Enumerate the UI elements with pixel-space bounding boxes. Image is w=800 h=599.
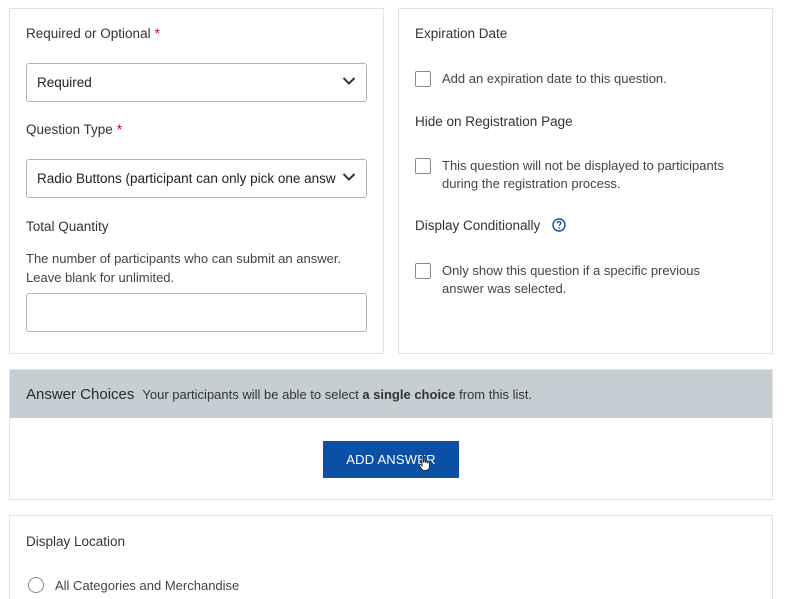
answer-choices-title: Answer Choices	[26, 385, 135, 403]
display-conditionally-text: Only show this question if a specific pr…	[442, 263, 700, 296]
answer-choices-header: Answer Choices Your participants will be…	[10, 370, 772, 418]
question-type-select[interactable]: Radio Buttons (participant can only pick…	[26, 159, 367, 198]
required-optional-label: Required or Optional *	[26, 26, 160, 41]
expiration-date-label: Expiration Date	[415, 26, 508, 41]
hide-registration-label: Hide on Registration Page	[415, 114, 573, 129]
chevron-down-icon	[342, 77, 356, 85]
answer-choices-description: Your participants will be able to select…	[142, 386, 533, 402]
hide-registration-text: This question will not be displayed to p…	[442, 158, 724, 191]
total-quantity-label: Total Quantity	[26, 219, 109, 234]
answer-choices-panel: Answer Choices Your participants will be…	[9, 369, 773, 500]
chevron-down-icon	[342, 173, 356, 181]
location-option-all-categories[interactable]: All Categories and Merchandise	[28, 577, 239, 593]
display-location-label: Display Location	[26, 534, 126, 549]
location-radio[interactable]	[28, 577, 44, 593]
hide-registration-option[interactable]: This question will not be displayed to p…	[415, 157, 742, 193]
location-option-label: All Categories and Merchandise	[55, 577, 240, 593]
question-type-value: Radio Buttons (participant can only pick…	[37, 171, 336, 186]
required-asterisk: *	[116, 122, 123, 137]
question-settings-panel: Required or Optional * Required Question …	[9, 8, 384, 354]
add-answer-button[interactable]: ADD ANSWER	[323, 441, 459, 478]
required-asterisk: *	[154, 26, 160, 41]
display-conditionally-label: Display Conditionally	[415, 218, 566, 233]
help-circle-icon[interactable]	[552, 218, 566, 232]
total-quantity-input[interactable]	[26, 293, 367, 332]
hand-pointer-icon	[418, 454, 430, 471]
display-conditionally-checkbox[interactable]	[415, 263, 431, 279]
expiration-date-option[interactable]: Add an expiration date to this question.	[415, 70, 742, 88]
display-location-panel: Display Location All Categories and Merc…	[9, 515, 773, 599]
expiration-date-text: Add an expiration date to this question.	[442, 71, 667, 86]
hide-registration-checkbox[interactable]	[415, 158, 431, 174]
required-optional-value: Required	[37, 75, 92, 90]
required-optional-select[interactable]: Required	[26, 63, 367, 102]
total-quantity-help: The number of participants who can submi…	[26, 251, 342, 285]
expiration-date-checkbox[interactable]	[415, 71, 431, 87]
question-options-panel: Expiration Date Add an expiration date t…	[398, 8, 773, 354]
question-type-label: Question Type *	[26, 122, 123, 137]
display-conditionally-option[interactable]: Only show this question if a specific pr…	[415, 262, 742, 298]
